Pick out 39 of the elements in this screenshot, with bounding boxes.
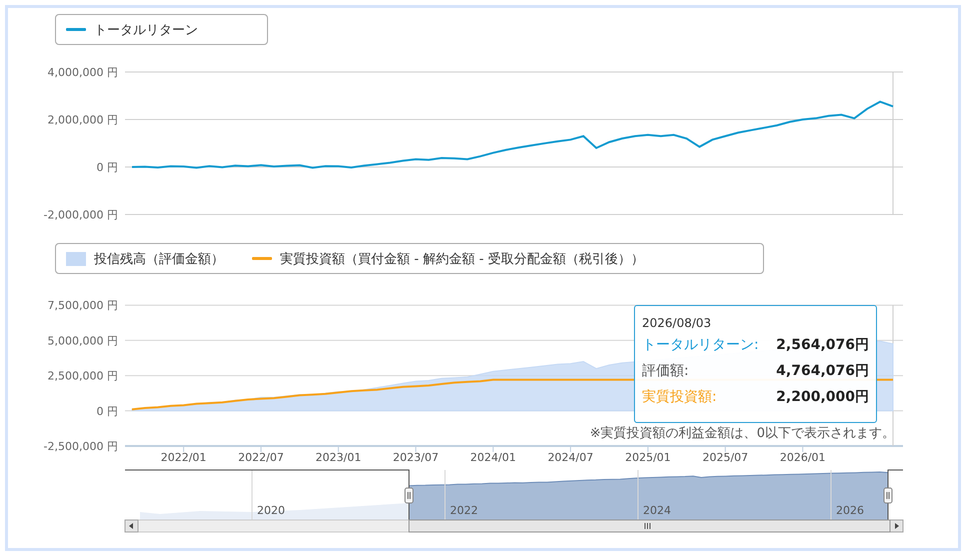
tooltip-value: 2,564,076円 [776, 336, 869, 354]
navigator-year-label: 2022 [450, 504, 478, 517]
y-axis-label: 7,500,000 円 [48, 299, 118, 312]
tooltip-label: 評価額: [642, 362, 689, 380]
range-handle[interactable] [404, 488, 414, 504]
y-axis-label: -2,000,000 円 [44, 208, 118, 222]
y-axis-label: -2,500,000 円 [44, 440, 118, 453]
y-axis-label: 5,000,000 円 [48, 334, 118, 348]
navigator-year-label: 2026 [836, 504, 864, 517]
tooltip-value: 2,200,000円 [776, 388, 869, 406]
range-handle[interactable] [884, 488, 892, 504]
scroll-left-button[interactable] [124, 520, 138, 532]
x-axis-label: 2025/07 [702, 451, 748, 464]
y-axis-label: 0 円 [96, 404, 118, 418]
legend-item[interactable]: 実質投資額（買付金額 - 解約金額 - 受取分配金額（税引後）） [280, 250, 644, 268]
grip-icon [644, 522, 650, 530]
x-axis-label: 2025/01 [625, 451, 671, 464]
x-axis-label: 2026/01 [780, 451, 826, 464]
legend-item[interactable]: トータルリターン [94, 20, 198, 38]
x-axis-label: 2024/07 [548, 451, 594, 464]
tooltip-label: 実質投資額: [642, 388, 717, 406]
navigator-year-label: 2024 [643, 504, 671, 517]
y-axis-label: 2,500,000 円 [48, 370, 118, 383]
footnote: ※実質投資額の利益金額は、0以下で表示されます。 [590, 426, 895, 441]
tooltip-date: 2026/08/03 [642, 316, 712, 330]
y-axis-label: 2,000,000 円 [48, 114, 118, 126]
legend-item[interactable]: 投信残高（評価金額） [94, 250, 224, 268]
scrollbar-thumb[interactable] [408, 520, 890, 532]
tooltip-label: トータルリターン: [642, 336, 759, 354]
x-axis-label: 2023/01 [316, 451, 362, 464]
y-axis-label: 4,000,000 円 [48, 66, 118, 79]
x-axis-label: 2022/07 [238, 451, 284, 464]
scroll-right-button[interactable] [890, 520, 904, 532]
x-axis-label: 2022/01 [160, 451, 206, 464]
x-axis-label: 2024/01 [470, 451, 516, 464]
navigator-year-label: 2020 [257, 504, 285, 517]
x-axis-label: 2023/07 [392, 451, 439, 464]
y-axis-label: 0 円 [96, 161, 118, 174]
tooltip-value: 4,764,076円 [776, 362, 869, 380]
